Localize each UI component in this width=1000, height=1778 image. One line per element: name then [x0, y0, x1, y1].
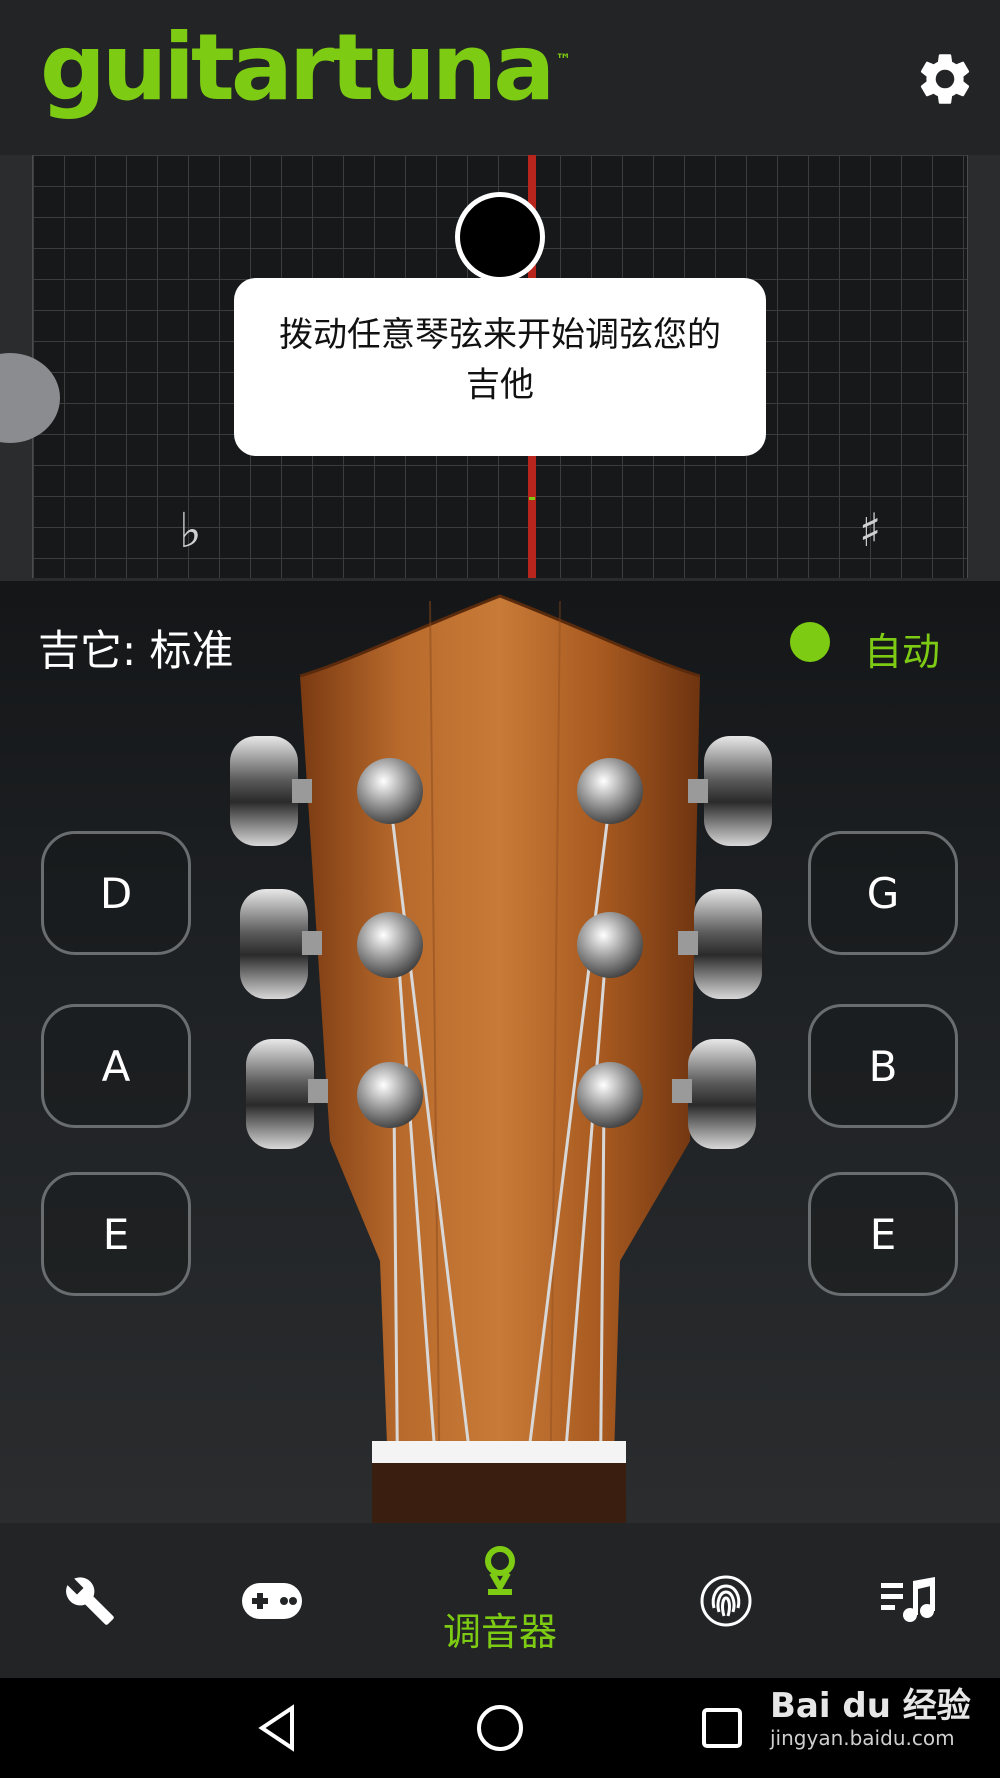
- string-button-low-e[interactable]: E: [41, 1172, 191, 1296]
- string-post-left-3: [357, 1062, 423, 1128]
- tuner-pin-icon: [485, 1546, 515, 1595]
- string-post-left-1: [357, 758, 423, 824]
- nav-tuner-label: 调音器: [442, 1610, 557, 1654]
- guitar-nut: [372, 1441, 626, 1463]
- auto-status-dot: [790, 622, 830, 662]
- gear-icon[interactable]: [914, 48, 976, 110]
- recents-square-icon[interactable]: [692, 1698, 752, 1758]
- music-list-icon: [881, 1576, 935, 1622]
- system-nav-bar: Bai du 经验 jingyan.baidu.com: [0, 1678, 1000, 1778]
- string-button-label: D: [99, 868, 133, 918]
- fingerprint-icon: [700, 1575, 752, 1626]
- string-button-label: G: [866, 868, 900, 918]
- logo-trademark: ™: [555, 50, 572, 69]
- string-button-label: E: [102, 1209, 130, 1259]
- string-post-right-2: [577, 912, 643, 978]
- string-button-a[interactable]: A: [41, 1004, 191, 1128]
- app-logo: guitartuna ™: [40, 22, 571, 114]
- string-button-label: E: [869, 1209, 897, 1259]
- wrench-icon: [66, 1576, 114, 1625]
- in-tune-marker: [529, 497, 535, 500]
- string-button-d[interactable]: D: [41, 831, 191, 955]
- prompt-text: 拨动任意琴弦来开始调弦您的吉他: [279, 315, 721, 405]
- watermark-title: Bai du 经验: [770, 1686, 971, 1726]
- app-header: guitartuna ™: [0, 0, 1000, 155]
- prompt-bubble: 拨动任意琴弦来开始调弦您的吉他: [234, 278, 766, 456]
- nav-tools[interactable]: [40, 1523, 140, 1678]
- tuning-peg-left-2: [240, 889, 322, 999]
- tuning-peg-left-1: [230, 736, 312, 846]
- string-post-right-1: [577, 758, 643, 824]
- string-button-high-e[interactable]: E: [808, 1172, 958, 1296]
- string-post-right-3: [577, 1062, 643, 1128]
- needle-indicator: [455, 192, 545, 282]
- home-circle-icon[interactable]: [470, 1698, 530, 1758]
- bottom-nav: 调音器: [0, 1523, 1000, 1678]
- tuning-label[interactable]: 吉它: 标准: [38, 617, 234, 678]
- sharp-symbol: ♯: [859, 503, 882, 557]
- watermark-url: jingyan.baidu.com: [770, 1726, 955, 1750]
- tuning-peg-left-3: [246, 1039, 328, 1149]
- string-button-label: A: [101, 1041, 131, 1091]
- string-button-b[interactable]: B: [808, 1004, 958, 1128]
- auto-mode-toggle[interactable]: 自动: [864, 621, 940, 676]
- app-screen: guitartuna ™ ♭ ♯ 拨动任意琴弦来开始调弦您的吉他 吉它: 标准 …: [0, 0, 1000, 1778]
- flat-symbol: ♭: [179, 503, 202, 559]
- tuner-meter: ♭ ♯ 拨动任意琴弦来开始调弦您的吉他: [0, 155, 1000, 581]
- tuning-peg-right-1: [688, 736, 772, 846]
- logo-text: guitartuna: [40, 14, 555, 121]
- string-button-label: B: [868, 1041, 898, 1091]
- headstock-area: 吉它: 标准 自动 D A E G B E: [0, 581, 1000, 1523]
- string-button-g[interactable]: G: [808, 831, 958, 955]
- nav-games[interactable]: [222, 1523, 322, 1678]
- baidu-watermark: Bai du 经验 jingyan.baidu.com: [770, 1686, 971, 1750]
- nav-tuner[interactable]: 调音器: [420, 1523, 580, 1678]
- back-triangle-icon[interactable]: [248, 1698, 308, 1758]
- nav-songs[interactable]: [858, 1523, 958, 1678]
- gamepad-icon: [242, 1582, 302, 1619]
- string-post-left-2: [357, 912, 423, 978]
- nav-fingerprint[interactable]: [676, 1523, 776, 1678]
